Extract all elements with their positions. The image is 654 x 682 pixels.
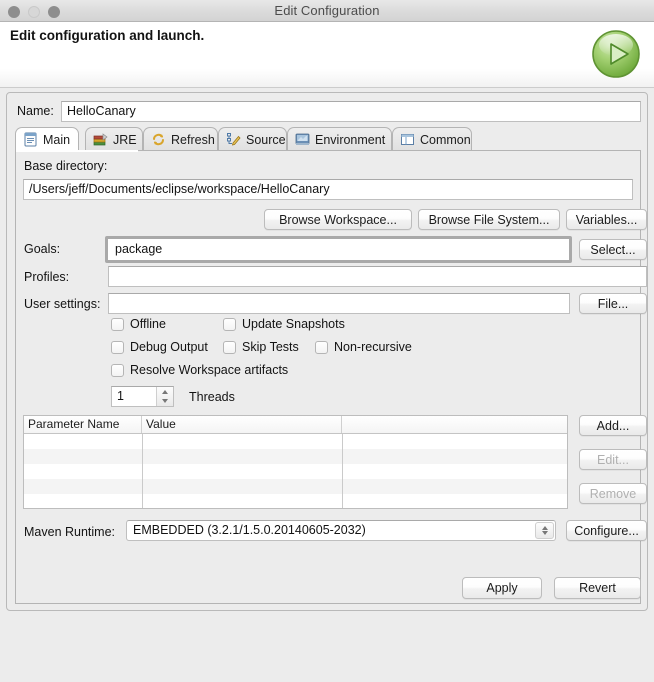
skip-tests-checkbox-box[interactable] <box>223 340 236 354</box>
source-pencil-icon <box>226 132 241 147</box>
environment-icon <box>295 132 310 147</box>
goals-input[interactable]: package <box>105 236 572 263</box>
base-directory-input[interactable]: /Users/jeff/Documents/eclipse/workspace/… <box>23 179 633 200</box>
checkbox-update-snapshots[interactable]: Update Snapshots <box>223 317 345 331</box>
banner-title: Edit configuration and launch. <box>10 28 205 43</box>
tab-environment-label: Environment <box>315 132 386 147</box>
tab-environment[interactable]: Environment <box>287 127 392 151</box>
tab-common-label: Common <box>420 132 471 147</box>
table-row[interactable] <box>24 494 567 508</box>
table-row[interactable] <box>24 449 567 464</box>
maven-runtime-value: EMBEDDED (3.2.1/1.5.0.20140605-2032) <box>133 523 366 537</box>
dialog-banner: Edit configuration and launch. <box>0 22 654 88</box>
goals-select-button[interactable]: Select... <box>579 239 647 260</box>
tab-source-label: Source <box>246 132 286 147</box>
tab-jre[interactable]: JRE <box>85 127 143 151</box>
configuration-group: Name: HelloCanary Main JRE Refresh Sourc… <box>6 92 648 611</box>
maven-runtime-select[interactable]: EMBEDDED (3.2.1/1.5.0.20140605-2032) <box>126 520 556 541</box>
checkbox-skip-tests[interactable]: Skip Tests <box>223 340 299 354</box>
threads-value: 1 <box>117 389 124 403</box>
threads-stepper[interactable]: 1 <box>111 386 174 407</box>
non-recursive-label: Non-recursive <box>334 340 412 354</box>
checkbox-resolve-workspace-artifacts[interactable]: Resolve Workspace artifacts <box>111 363 288 377</box>
jre-books-icon <box>93 132 108 147</box>
update-snapshots-checkbox-box[interactable] <box>223 317 236 331</box>
name-row: Name: HelloCanary <box>15 101 641 123</box>
profiles-label: Profiles: <box>24 270 70 284</box>
column-parameter-name: Parameter Name <box>24 416 142 433</box>
checkbox-offline[interactable]: Offline <box>111 317 166 331</box>
name-input[interactable]: HelloCanary <box>61 101 641 122</box>
debug-output-checkbox-box[interactable] <box>111 340 124 354</box>
maven-runtime-label: Maven Runtime: <box>24 525 116 539</box>
edit-configuration-window: Edit Configuration Edit configuration an… <box>0 0 654 682</box>
maven-runtime-stepper-arrows[interactable] <box>535 522 554 539</box>
update-snapshots-label: Update Snapshots <box>242 317 345 331</box>
browse-workspace-button[interactable]: Browse Workspace... <box>264 209 412 230</box>
checkbox-non-recursive[interactable]: Non-recursive <box>315 340 412 354</box>
remove-parameter-button: Remove <box>579 483 647 504</box>
resolve-workspace-artifacts-checkbox-box[interactable] <box>111 363 124 377</box>
edit-parameter-button: Edit... <box>579 449 647 470</box>
table-row[interactable] <box>24 479 567 494</box>
profiles-input[interactable] <box>108 266 647 287</box>
parameters-table-body[interactable] <box>24 434 567 508</box>
title-bar: Edit Configuration <box>0 0 654 22</box>
stepper-down-icon[interactable] <box>162 399 168 403</box>
add-parameter-button[interactable]: Add... <box>579 415 647 436</box>
skip-tests-label: Skip Tests <box>242 340 299 354</box>
tab-main-label: Main <box>43 132 71 147</box>
tab-source[interactable]: Source <box>218 127 287 151</box>
threads-label: Threads <box>189 390 235 404</box>
tab-refresh-label: Refresh <box>171 132 215 147</box>
tab-refresh[interactable]: Refresh <box>143 127 218 151</box>
offline-label: Offline <box>130 317 166 331</box>
non-recursive-checkbox-box[interactable] <box>315 340 328 354</box>
main-document-icon <box>23 132 38 147</box>
column-extra <box>342 416 567 433</box>
goals-input-value: package <box>111 239 569 260</box>
refresh-arrows-icon <box>151 132 166 147</box>
parameters-table-header: Parameter Name Value <box>24 416 567 434</box>
window-title: Edit Configuration <box>274 3 380 18</box>
column-value: Value <box>142 416 342 433</box>
offline-checkbox-box[interactable] <box>111 317 124 331</box>
variables-button[interactable]: Variables... <box>566 209 647 230</box>
run-launch-icon <box>590 28 642 80</box>
common-window-icon <box>400 132 415 147</box>
checkbox-debug-output[interactable]: Debug Output <box>111 340 208 354</box>
browse-file-system-button[interactable]: Browse File System... <box>418 209 560 230</box>
dialog-footer: ? Close Run <box>0 611 654 682</box>
tab-jre-label: JRE <box>113 132 137 147</box>
tab-common[interactable]: Common <box>392 127 472 151</box>
chevron-down-icon[interactable] <box>541 531 548 535</box>
user-settings-input[interactable] <box>108 293 570 314</box>
table-row[interactable] <box>24 464 567 479</box>
threads-stepper-arrows[interactable] <box>156 387 173 406</box>
configure-maven-runtime-button[interactable]: Configure... <box>566 520 647 541</box>
tab-main[interactable]: Main <box>15 127 79 151</box>
base-directory-label: Base directory: <box>24 159 108 173</box>
debug-output-label: Debug Output <box>130 340 208 354</box>
main-tab-panel: Base directory: /Users/jeff/Documents/ec… <box>15 150 647 604</box>
tab-strip: Main JRE Refresh Source Environment Comm… <box>15 127 641 151</box>
chevron-up-icon[interactable] <box>541 526 548 530</box>
name-label: Name: <box>17 104 54 118</box>
apply-button[interactable]: Apply <box>462 577 542 599</box>
parameters-table[interactable]: Parameter Name Value <box>23 415 568 509</box>
user-settings-file-button[interactable]: File... <box>579 293 647 314</box>
goals-label: Goals: <box>24 242 61 256</box>
user-settings-label: User settings: <box>24 297 101 311</box>
revert-button[interactable]: Revert <box>554 577 641 599</box>
table-row[interactable] <box>24 434 567 449</box>
resolve-workspace-artifacts-label: Resolve Workspace artifacts <box>130 363 289 377</box>
stepper-up-icon[interactable] <box>162 390 168 394</box>
